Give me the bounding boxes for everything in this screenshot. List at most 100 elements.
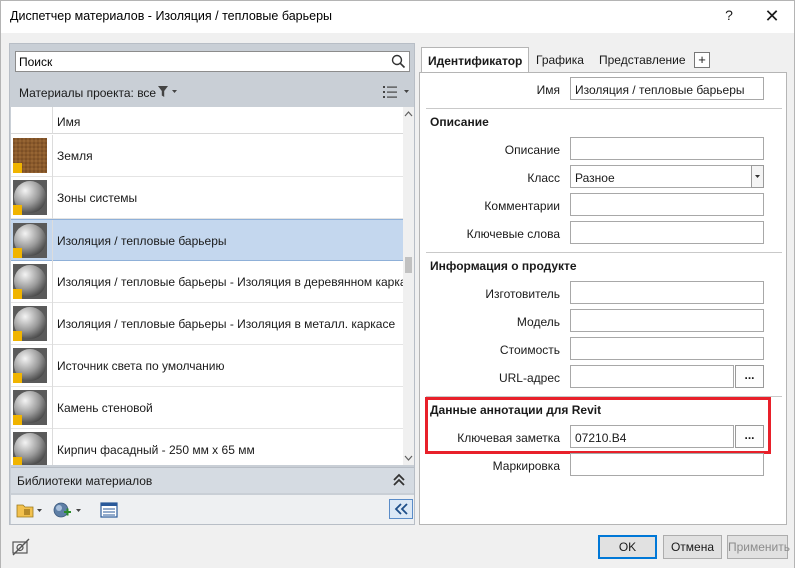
hide-show-icon[interactable]: [11, 537, 31, 557]
manufacturer-field[interactable]: [570, 281, 764, 304]
column-separator: [52, 107, 53, 134]
class-label: Класс: [527, 171, 560, 185]
material-row[interactable]: Зоны системы: [11, 177, 403, 219]
cost-label: Стоимость: [499, 343, 560, 357]
list-view-icon[interactable]: [382, 85, 412, 99]
section-divider: [426, 108, 782, 109]
product-section-title: Информация о продукте: [430, 259, 577, 273]
column-separator: [52, 135, 53, 177]
help-button[interactable]: ?: [721, 7, 737, 27]
filter-dropdown-icon[interactable]: [157, 85, 179, 99]
chevron-down-icon: [755, 175, 760, 178]
manufacturer-label: Изготовитель: [485, 287, 560, 301]
collapse-panel-button[interactable]: [389, 499, 413, 519]
list-scrollbar[interactable]: [403, 107, 414, 465]
cancel-button[interactable]: Отмена: [663, 535, 722, 559]
keywords-field[interactable]: [570, 221, 764, 244]
class-value: Разное: [575, 171, 615, 185]
search-icon[interactable]: [390, 53, 407, 70]
model-field[interactable]: [570, 309, 764, 332]
add-asset-tab-button[interactable]: +: [694, 52, 710, 68]
keywords-label: Ключевые слова: [466, 227, 560, 241]
double-chevron-left-icon: [394, 503, 408, 515]
sphere-material-thumbnail: [13, 264, 47, 299]
comments-field[interactable]: [570, 193, 764, 216]
material-name: Кирпич фасадный - 250 мм х 65 мм: [57, 443, 255, 457]
close-button[interactable]: ✕: [761, 5, 783, 27]
asset-browser-icon[interactable]: [99, 500, 119, 520]
keynote-field[interactable]: 07210.B4: [570, 425, 734, 448]
description-section-title: Описание: [430, 115, 489, 129]
material-row[interactable]: Земля: [11, 135, 403, 177]
tab-graphics[interactable]: Графика: [530, 47, 590, 72]
description-label: Описание: [504, 143, 560, 157]
scroll-up-icon[interactable]: [403, 109, 414, 119]
material-row[interactable]: Камень стеновой: [11, 387, 403, 429]
material-name: Источник света по умолчанию: [57, 359, 225, 373]
name-column-header[interactable]: Имя: [57, 115, 80, 129]
model-label: Модель: [516, 315, 560, 329]
editor-tabs: Идентификатор Графика Представление +: [419, 47, 787, 73]
project-materials-bar: Материалы проекта: все: [10, 80, 414, 106]
window-title: Диспетчер материалов - Изоляция / теплов…: [10, 9, 333, 23]
class-dropdown-button[interactable]: [751, 165, 764, 188]
material-name: Изоляция / тепловые барьеры: [57, 234, 227, 248]
search-field[interactable]: [15, 51, 410, 72]
column-separator: [52, 177, 53, 219]
column-separator: [52, 387, 53, 429]
keynote-browse-button[interactable]: ...: [735, 425, 764, 448]
class-select[interactable]: Разное: [570, 165, 752, 188]
material-row[interactable]: Изоляция / тепловые барьеры - Изоляция в…: [11, 261, 407, 303]
identity-content: Имя Изоляция / тепловые барьеры Описание…: [419, 72, 787, 525]
cost-field[interactable]: [570, 337, 764, 360]
url-field[interactable]: [570, 365, 734, 388]
tab-appearance[interactable]: Представление: [593, 47, 692, 72]
column-separator: [52, 261, 53, 303]
title-bar: Диспетчер материалов - Изоляция / теплов…: [1, 1, 794, 33]
dialog-footer: OK Отмена Применить: [1, 531, 794, 568]
sphere-material-thumbnail: [13, 390, 47, 425]
tab-identity[interactable]: Идентификатор: [421, 47, 530, 73]
material-name: Земля: [57, 149, 93, 163]
material-libraries-bar: Библиотеки материалов: [11, 467, 414, 493]
apply-button[interactable]: Применить: [727, 535, 790, 559]
material-row[interactable]: Источник света по умолчанию: [11, 345, 403, 387]
keynote-value: 07210.B4: [575, 431, 627, 445]
section-divider: [426, 252, 782, 253]
material-libraries-label: Библиотеки материалов: [17, 474, 153, 488]
sphere-material-thumbnail: [13, 348, 47, 383]
material-name: Зоны системы: [57, 191, 138, 205]
scroll-thumb[interactable]: [405, 257, 412, 273]
list-header: Имя: [11, 107, 403, 134]
materials-panel: Материалы проекта: все Имя Земля Зоны сис…: [9, 43, 415, 525]
revit-section-title: Данные аннотации для Revit: [430, 403, 602, 417]
material-row[interactable]: Кирпич фасадный - 250 мм х 65 мм: [11, 429, 403, 465]
material-editor-panel: Идентификатор Графика Представление + Им…: [419, 43, 787, 525]
scroll-down-icon[interactable]: [403, 453, 414, 463]
description-field[interactable]: [570, 137, 764, 160]
expand-libraries-icon[interactable]: [391, 472, 407, 488]
search-input[interactable]: [16, 52, 376, 71]
url-label: URL-адрес: [498, 371, 560, 385]
material-browser-dialog: Диспетчер материалов - Изоляция / теплов…: [0, 0, 795, 568]
mark-label: Маркировка: [492, 459, 560, 473]
column-separator: [52, 345, 53, 387]
materials-list: Имя Земля Зоны системы Изоляция / тепловые…: [11, 107, 414, 465]
comments-label: Комментарии: [484, 199, 560, 213]
mark-field[interactable]: [570, 453, 764, 476]
sphere-material-thumbnail: [13, 180, 47, 215]
project-materials-label: Материалы проекта: все: [19, 86, 157, 100]
keynote-label: Ключевая заметка: [457, 431, 560, 445]
library-toolbar: [11, 495, 414, 524]
sphere-material-thumbnail: [13, 432, 47, 465]
name-field[interactable]: Изоляция / тепловые барьеры: [570, 77, 764, 100]
sphere-material-thumbnail: [13, 306, 47, 341]
create-material-icon[interactable]: [51, 500, 85, 520]
open-library-icon[interactable]: [15, 500, 45, 520]
column-separator: [52, 220, 53, 262]
material-row[interactable]: Изоляция / тепловые барьеры - Изоляция в…: [11, 303, 403, 345]
url-browse-button[interactable]: ...: [735, 365, 764, 388]
sphere-material-thumbnail: [13, 223, 47, 258]
ok-button[interactable]: OK: [598, 535, 657, 559]
material-row[interactable]: Изоляция / тепловые барьеры: [11, 219, 403, 262]
